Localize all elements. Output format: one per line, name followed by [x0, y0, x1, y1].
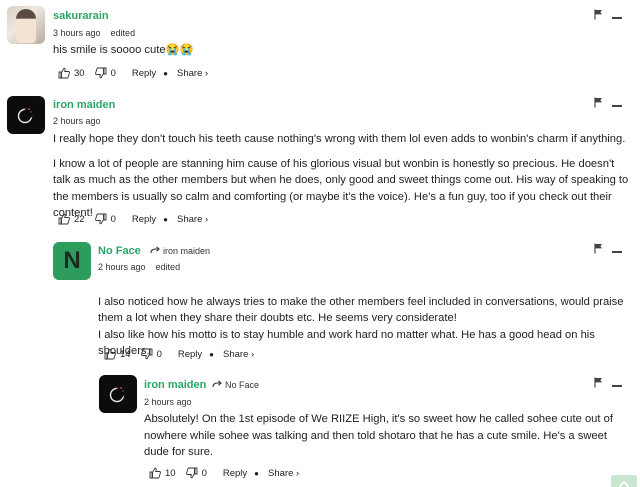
comment-actions: 14 0 Reply ● Share › [104, 348, 258, 360]
comment-actions: 10 0 Reply ● Share › [149, 467, 303, 479]
edited-label: edited [155, 262, 181, 272]
dislike-icon[interactable] [94, 67, 107, 79]
separator-dot: ● [163, 214, 169, 224]
comment-options [594, 241, 622, 259]
share-button[interactable]: Share › [177, 214, 208, 225]
comment-paragraph: Absolutely! On the 1st episode of We RII… [144, 413, 613, 458]
share-button[interactable]: Share › [223, 349, 254, 360]
like-icon[interactable] [149, 467, 161, 479]
share-button[interactable]: Share › [177, 68, 208, 79]
flag-icon[interactable] [594, 95, 603, 113]
comment-author[interactable]: No Face [98, 245, 141, 257]
like-count: 30 [74, 67, 85, 79]
moon-avatar-icon[interactable] [99, 375, 137, 413]
reply-button[interactable]: Reply [132, 68, 156, 79]
flag-icon[interactable] [594, 241, 603, 259]
comment-paragraph: I really hope they don't touch his teeth… [53, 133, 626, 145]
like-icon[interactable] [104, 348, 116, 360]
comment-body: Absolutely! On the 1st episode of We RII… [144, 411, 626, 469]
reply-arrow-icon [212, 380, 222, 390]
comment-body: his smile is soooo cute😭😭 [53, 42, 623, 67]
like-icon[interactable] [58, 67, 70, 79]
like-icon[interactable] [58, 213, 70, 225]
collapse-icon[interactable] [612, 375, 622, 393]
separator-dot: ● [163, 68, 169, 78]
comment-author[interactable]: sakurarain [53, 10, 109, 22]
separator-dot: ● [254, 468, 260, 478]
edited-label: edited [110, 28, 136, 38]
chevron-up-icon [618, 475, 630, 487]
dislike-count: 0 [201, 467, 207, 479]
comment-meta: 3 hours ago edited [53, 28, 135, 38]
comment-paragraph: his smile is soooo cute😭😭 [53, 44, 194, 56]
collapse-icon[interactable] [612, 241, 622, 259]
reply-to[interactable]: iron maiden [150, 246, 210, 256]
user-avatar[interactable] [7, 6, 45, 44]
comment-meta: 2 hours ago [53, 116, 101, 126]
dislike-icon[interactable] [140, 348, 153, 360]
comment-options [594, 95, 622, 113]
comment-meta: 2 hours ago [144, 397, 192, 407]
share-button[interactable]: Share › [268, 468, 299, 479]
moon-avatar-icon[interactable] [7, 96, 45, 134]
reply-button[interactable]: Reply [178, 349, 202, 360]
comment-options [594, 375, 622, 393]
comment-actions: 22 0 Reply ● Share › [58, 213, 212, 225]
dislike-icon[interactable] [94, 213, 107, 225]
reply-button[interactable]: Reply [223, 468, 247, 479]
flag-icon[interactable] [594, 375, 603, 393]
reply-to[interactable]: No Face [212, 380, 259, 390]
comment-author[interactable]: iron maiden [53, 99, 115, 111]
dislike-count: 0 [156, 348, 162, 360]
like-count: 22 [74, 213, 85, 225]
reply-to-name: No Face [225, 380, 260, 390]
dislike-count: 0 [110, 67, 116, 79]
comment-time: 2 hours ago [53, 116, 101, 126]
comment-body: I also noticed how he always tries to ma… [98, 277, 626, 384]
like-count: 10 [165, 467, 176, 479]
comment-options [594, 7, 622, 25]
separator-dot: ● [209, 349, 215, 359]
comment-time: 2 hours ago [144, 397, 192, 407]
comment-meta: 2 hours ago edited [98, 262, 180, 272]
collapse-icon[interactable] [612, 7, 622, 25]
comment-time: 3 hours ago [53, 28, 101, 38]
dislike-icon[interactable] [185, 467, 198, 479]
reply-arrow-icon [150, 246, 160, 256]
user-avatar[interactable]: N [53, 242, 91, 280]
dislike-count: 0 [110, 213, 116, 225]
comment-actions: 30 0 Reply ● Share › [58, 67, 212, 79]
flag-icon[interactable] [594, 7, 603, 25]
reply-button[interactable]: Reply [132, 214, 156, 225]
comment-time: 2 hours ago [98, 262, 146, 272]
comment-paragraph: I know a lot of people are stanning him … [53, 157, 629, 220]
reply-to-name: iron maiden [163, 246, 211, 256]
scroll-to-top-button[interactable] [611, 475, 637, 487]
comment-author[interactable]: iron maiden [144, 379, 206, 391]
like-count: 14 [120, 348, 131, 360]
collapse-icon[interactable] [612, 95, 622, 113]
